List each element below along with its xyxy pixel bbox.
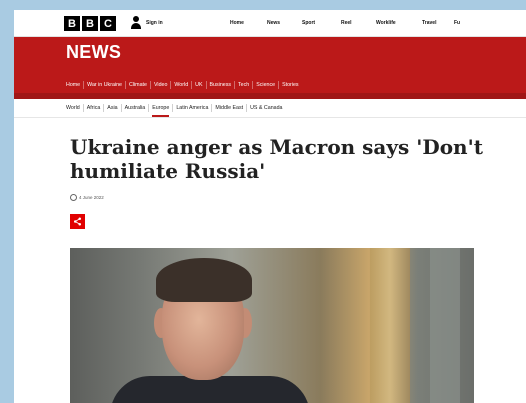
world-subnav: World Africa Asia Australia Europe Latin…	[14, 99, 526, 118]
logo-letter: B	[82, 16, 98, 31]
subnav-us-canada[interactable]: US & Canada	[246, 104, 285, 112]
clock-icon	[70, 194, 77, 201]
share-icon	[73, 217, 82, 226]
subnav-australia[interactable]: Australia	[120, 104, 149, 112]
news-nav-science[interactable]: Science	[252, 81, 278, 89]
news-nav-business[interactable]: Business	[205, 81, 235, 89]
browser-page: B B C Sign in Home News Sport Reel Workl…	[14, 10, 526, 403]
article-photo	[70, 248, 474, 403]
sign-in-link[interactable]: Sign in	[130, 16, 163, 30]
news-nav-home[interactable]: Home	[66, 81, 83, 89]
photo-background-stripe	[370, 248, 410, 403]
topnav-future[interactable]: Fu	[454, 20, 460, 26]
sign-in-label: Sign in	[146, 20, 163, 26]
subnav-latin-america[interactable]: Latin America	[172, 104, 211, 112]
topnav-reel[interactable]: Reel	[341, 20, 352, 26]
subnav-asia[interactable]: Asia	[103, 104, 120, 112]
user-icon	[130, 16, 142, 30]
photo-background-stripe	[430, 248, 460, 403]
subnav-africa[interactable]: Africa	[82, 104, 104, 112]
article-headline: Ukraine anger as Macron says 'Don't humi…	[70, 135, 483, 183]
bbc-logo[interactable]: B B C	[64, 16, 116, 31]
topnav-travel[interactable]: Travel	[422, 20, 436, 26]
topnav-sport[interactable]: Sport	[302, 20, 315, 26]
news-nav-climate[interactable]: Climate	[124, 81, 150, 89]
topnav-worklife[interactable]: Worklife	[376, 20, 396, 26]
logo-letter: B	[64, 16, 80, 31]
news-nav-tech[interactable]: Tech	[234, 81, 252, 89]
news-nav-video[interactable]: Video	[149, 81, 170, 89]
article-date-text: 4 June 2022	[79, 195, 104, 200]
logo-letter: C	[100, 16, 116, 31]
photo-suit	[110, 376, 310, 403]
news-nav-world[interactable]: World	[170, 81, 191, 89]
news-nav-war-in-ukraine[interactable]: War in Ukraine	[83, 81, 125, 89]
news-header: NEWS Home War in Ukraine Climate Video W…	[14, 37, 526, 99]
news-nav: Home War in Ukraine Climate Video World …	[66, 78, 526, 92]
news-nav-uk[interactable]: UK	[191, 81, 205, 89]
news-title[interactable]: NEWS	[66, 42, 121, 63]
article-date: 4 June 2022	[70, 194, 104, 201]
bbc-top-bar: B B C Sign in Home News Sport Reel Workl…	[14, 10, 526, 37]
subnav-world[interactable]: World	[66, 104, 83, 112]
photo-hair	[156, 258, 252, 302]
topnav-home[interactable]: Home	[230, 20, 244, 26]
share-button[interactable]	[70, 214, 85, 229]
subnav-middle-east[interactable]: Middle East	[211, 104, 246, 112]
topnav-news[interactable]: News	[267, 20, 280, 26]
subnav-europe[interactable]: Europe	[148, 104, 172, 117]
news-nav-stories[interactable]: Stories	[278, 81, 302, 89]
